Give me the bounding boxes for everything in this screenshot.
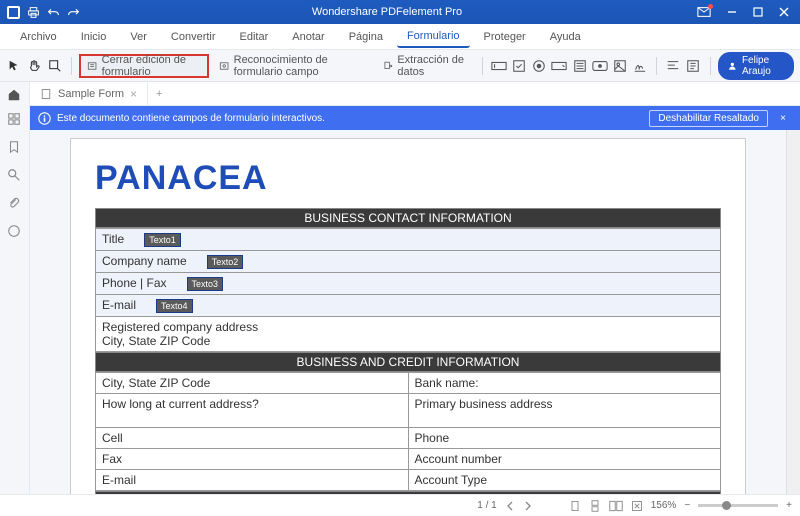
undo-icon[interactable]	[46, 5, 60, 19]
menu-editar[interactable]: Editar	[230, 27, 279, 47]
ribbon-toolbar: Cerrar edición de formulario Reconocimie…	[0, 50, 800, 82]
document-viewport[interactable]: PANACEA BUSINESS CONTACT INFORMATION Tit…	[30, 130, 786, 494]
form-field-text2[interactable]: Texto2	[207, 255, 244, 269]
data-extract-label: Extracción de datos	[397, 54, 467, 78]
section-1-header: BUSINESS CONTACT INFORMATION	[95, 208, 721, 228]
section-1-table: TitleTexto1 Company nameTexto2 Phone | F…	[95, 228, 721, 352]
view-facing-icon[interactable]	[609, 500, 623, 512]
button-field-icon[interactable]	[592, 55, 608, 77]
user-pill[interactable]: Felipe Araujo	[718, 52, 794, 80]
properties-icon[interactable]	[685, 55, 701, 77]
new-tab-button[interactable]: +	[148, 88, 170, 100]
form-field-text3[interactable]: Texto3	[187, 277, 224, 291]
menu-convertir[interactable]: Convertir	[161, 27, 226, 47]
status-bar: 1 / 1 156% − +	[0, 494, 800, 516]
side-panel	[0, 82, 30, 106]
field-recognition-label: Reconocimiento de formulario campo	[234, 54, 368, 78]
hand-icon[interactable]	[26, 55, 42, 77]
text-field-icon[interactable]	[490, 55, 506, 77]
tab-close-icon[interactable]: ×	[130, 87, 137, 101]
pointer-icon[interactable]	[6, 55, 22, 77]
data-extract-button[interactable]: Extracción de datos	[377, 52, 474, 80]
view-continuous-icon[interactable]	[589, 500, 601, 512]
banner-message: Este documento contiene campos de formul…	[57, 113, 325, 124]
attachments-icon[interactable]	[7, 196, 23, 212]
close-form-editing-label: Cerrar edición de formulario	[102, 54, 202, 78]
maximize-button[interactable]	[746, 2, 770, 22]
listbox-icon[interactable]	[571, 55, 587, 77]
app-icon	[6, 5, 20, 19]
form-field-text4[interactable]: Texto4	[156, 299, 193, 313]
view-single-icon[interactable]	[569, 500, 581, 512]
window-title: Wondershare PDFelement Pro	[80, 6, 694, 18]
print-icon[interactable]	[26, 5, 40, 19]
menu-formulario[interactable]: Formulario	[397, 26, 470, 48]
home-icon[interactable]	[7, 88, 23, 104]
field-recognition-button[interactable]: Reconocimiento de formulario campo	[213, 52, 373, 80]
form-field-text1[interactable]: Texto1	[144, 233, 181, 247]
info-icon	[38, 112, 51, 125]
menu-bar: Archivo Inicio Ver Convertir Editar Anot…	[0, 24, 800, 50]
tab-label: Sample Form	[58, 88, 124, 100]
vertical-scrollbar[interactable]	[786, 130, 800, 494]
zoom-slider[interactable]	[698, 504, 778, 507]
minimize-button[interactable]	[720, 2, 744, 22]
section-2-table: City, State ZIP CodeBank name: How long …	[95, 372, 721, 491]
fit-page-icon[interactable]	[631, 500, 643, 512]
pdf-page: PANACEA BUSINESS CONTACT INFORMATION Tit…	[70, 138, 746, 494]
zoom-out-button[interactable]: −	[684, 500, 690, 511]
info-banner: Este documento contiene campos de formul…	[30, 106, 800, 130]
banner-close-icon[interactable]: ×	[774, 113, 792, 124]
doc-logo: PANACEA	[95, 159, 721, 198]
user-name-label: Felipe Araujo	[742, 55, 784, 77]
next-page-icon[interactable]	[523, 501, 533, 511]
section-2-header: BUSINESS AND CREDIT INFORMATION	[95, 352, 721, 372]
close-form-editing-button[interactable]: Cerrar edición de formulario	[79, 54, 209, 78]
document-tabs: Sample Form × +	[30, 82, 800, 106]
redo-icon[interactable]	[66, 5, 80, 19]
signature-icon[interactable]	[632, 55, 648, 77]
zoom-in-button[interactable]: +	[786, 500, 792, 511]
align-icon[interactable]	[665, 55, 681, 77]
menu-ver[interactable]: Ver	[120, 27, 157, 47]
checkbox-icon[interactable]	[511, 55, 527, 77]
close-button[interactable]	[772, 2, 796, 22]
zoom-value[interactable]: 156%	[651, 500, 677, 511]
menu-archivo[interactable]: Archivo	[10, 27, 67, 47]
disable-highlight-button[interactable]: Deshabilitar Resaltado	[649, 110, 768, 127]
bookmarks-icon[interactable]	[7, 140, 23, 156]
combobox-icon[interactable]	[551, 55, 567, 77]
page-indicator[interactable]: 1 / 1	[477, 500, 496, 511]
search-icon[interactable]	[7, 168, 23, 184]
thumbnails-icon[interactable]	[7, 112, 23, 128]
tab-sample-form[interactable]: Sample Form ×	[30, 82, 148, 105]
menu-inicio[interactable]: Inicio	[71, 27, 117, 47]
menu-pagina[interactable]: Página	[339, 27, 393, 47]
radio-icon[interactable]	[531, 55, 547, 77]
prev-page-icon[interactable]	[505, 501, 515, 511]
title-bar: Wondershare PDFelement Pro	[0, 0, 800, 24]
section-3-header: BUSINESS/TRADE REFERENCES	[95, 491, 721, 494]
menu-proteger[interactable]: Proteger	[474, 27, 536, 47]
mail-icon[interactable]	[694, 2, 718, 22]
left-nav-panel	[0, 106, 30, 494]
comments-icon[interactable]	[7, 224, 23, 240]
menu-ayuda[interactable]: Ayuda	[540, 27, 591, 47]
image-field-icon[interactable]	[612, 55, 628, 77]
menu-anotar[interactable]: Anotar	[282, 27, 334, 47]
edit-select-icon[interactable]	[46, 55, 62, 77]
